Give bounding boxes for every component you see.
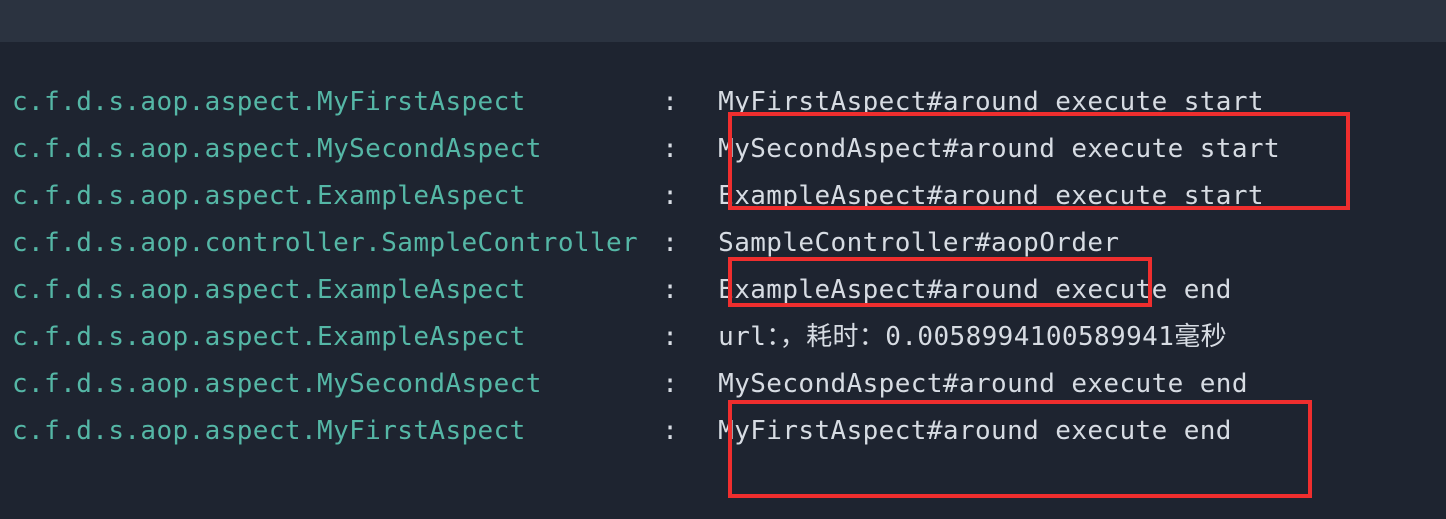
log-message: MyFirstAspect#around execute end (702, 418, 1232, 444)
log-separator: : (638, 277, 702, 303)
log-line: c.f.d.s.aop.aspect.ExampleAspect : Examp… (12, 172, 1432, 219)
log-message: url：，耗时：0.0058994100589941毫秒 (702, 324, 1227, 350)
log-separator: : (638, 418, 702, 444)
log-message: ExampleAspect#around execute end (702, 277, 1232, 303)
log-line: c.f.d.s.aop.aspect.MyFirstAspect : MyFir… (12, 407, 1432, 454)
log-separator: : (638, 371, 702, 397)
log-separator: : (638, 324, 702, 350)
console-toolbar (0, 0, 1446, 42)
log-line: c.f.d.s.aop.aspect.MySecondAspect : MySe… (12, 125, 1432, 172)
log-separator: : (638, 230, 702, 256)
log-line: c.f.d.s.aop.aspect.MyFirstAspect : MyFir… (12, 78, 1432, 125)
log-separator: : (638, 136, 702, 162)
logger-name: c.f.d.s.aop.aspect.ExampleAspect (12, 324, 638, 350)
logger-name: c.f.d.s.aop.controller.SampleController (12, 230, 638, 256)
log-message: MyFirstAspect#around execute start (702, 89, 1264, 115)
logger-name: c.f.d.s.aop.aspect.ExampleAspect (12, 183, 638, 209)
log-message: ExampleAspect#around execute start (702, 183, 1264, 209)
log-message: MySecondAspect#around execute end (702, 371, 1248, 397)
logger-name: c.f.d.s.aop.aspect.ExampleAspect (12, 277, 638, 303)
log-message: SampleController#aopOrder (702, 230, 1119, 256)
logger-name: c.f.d.s.aop.aspect.MySecondAspect (12, 136, 638, 162)
log-line: c.f.d.s.aop.aspect.MySecondAspect : MySe… (12, 360, 1432, 407)
log-message: MySecondAspect#around execute start (702, 136, 1280, 162)
log-output: c.f.d.s.aop.aspect.MyFirstAspect : MyFir… (0, 42, 1446, 454)
logger-name: c.f.d.s.aop.aspect.MyFirstAspect (12, 418, 638, 444)
log-separator: : (638, 183, 702, 209)
log-line: c.f.d.s.aop.aspect.ExampleAspect : Examp… (12, 266, 1432, 313)
logger-name: c.f.d.s.aop.aspect.MySecondAspect (12, 371, 638, 397)
log-separator: : (638, 89, 702, 115)
logger-name: c.f.d.s.aop.aspect.MyFirstAspect (12, 89, 638, 115)
log-line: c.f.d.s.aop.controller.SampleController … (12, 219, 1432, 266)
log-line: c.f.d.s.aop.aspect.ExampleAspect : url：，… (12, 313, 1432, 360)
